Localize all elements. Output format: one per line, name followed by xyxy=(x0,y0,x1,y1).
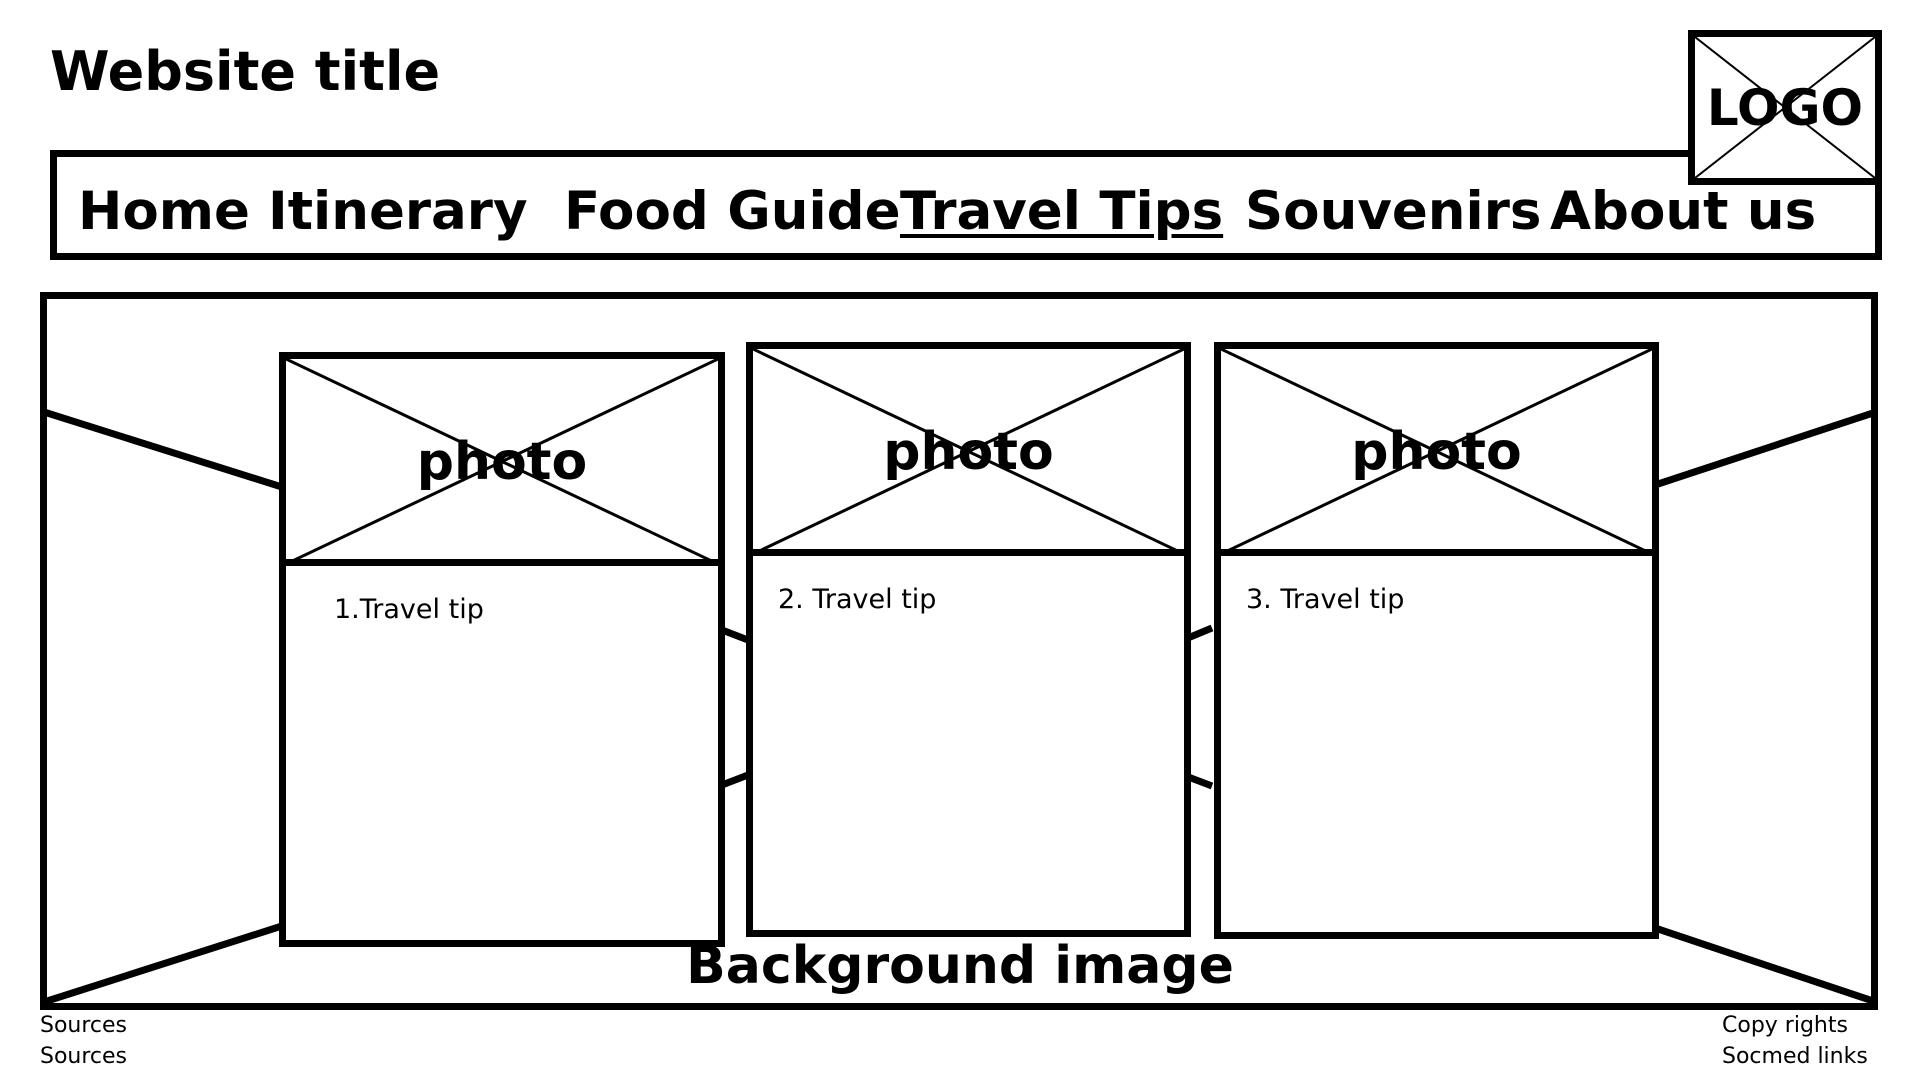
nav-item-itinerary[interactable]: Itinerary xyxy=(268,180,528,244)
photo-divider xyxy=(286,559,718,566)
nav-item-food-guide[interactable]: Food Guide xyxy=(564,180,901,244)
photo-divider xyxy=(1221,549,1652,556)
nav-item-about-us[interactable]: About us xyxy=(1550,180,1816,244)
background-image-label: Background image xyxy=(686,936,1234,996)
footer-sources-link[interactable]: Sources xyxy=(40,1010,127,1041)
photo-label: photo xyxy=(883,421,1054,482)
photo-label: photo xyxy=(1351,421,1522,482)
footer-copyright: Copy rights xyxy=(1722,1013,1848,1038)
travel-tip-label: 1.Travel tip xyxy=(334,594,484,625)
travel-tip-label: 3. Travel tip xyxy=(1246,584,1405,615)
nav-item-travel-tips[interactable]: Travel Tips xyxy=(900,180,1223,244)
travel-tip-card-3[interactable]: photo 3. Travel tip xyxy=(1214,342,1659,939)
photo-divider xyxy=(753,549,1184,556)
travel-tip-card-2[interactable]: photo 2. Travel tip xyxy=(746,342,1191,937)
footer-sources-link[interactable]: Sources xyxy=(40,1041,127,1072)
logo-label: LOGO xyxy=(1706,78,1864,137)
footer-social-links[interactable]: Socmed links xyxy=(1722,1041,1868,1072)
logo-placeholder[interactable]: LOGO xyxy=(1688,30,1882,185)
photo-label: photo xyxy=(416,431,588,492)
nav-item-home[interactable]: Home xyxy=(78,180,250,244)
travel-tip-label: 2. Travel tip xyxy=(778,584,937,615)
site-title: Website title xyxy=(50,40,441,103)
travel-tip-card-1[interactable]: photo 1.Travel tip xyxy=(279,352,725,947)
nav-item-souvenirs[interactable]: Souvenirs xyxy=(1245,180,1541,244)
